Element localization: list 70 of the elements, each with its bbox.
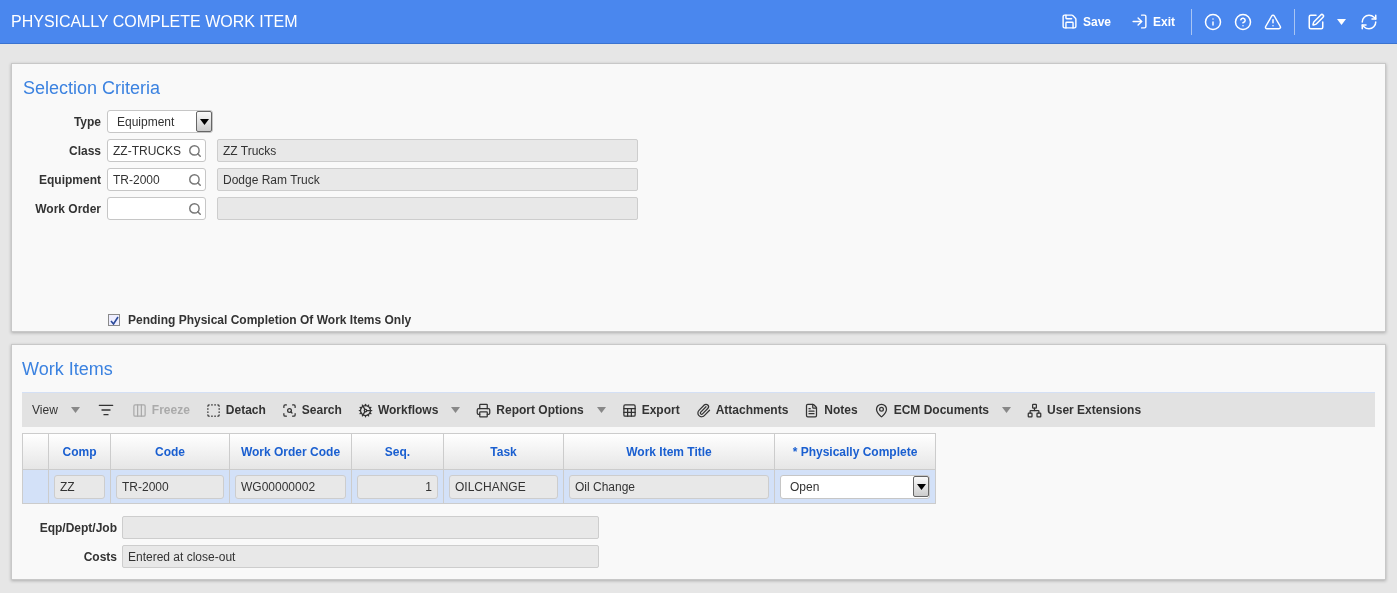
- search-icon: [281, 402, 297, 418]
- printer-icon: [476, 402, 492, 418]
- columns-icon: [131, 402, 147, 418]
- field-label: Work Order: [34, 200, 101, 218]
- filter-icon: [97, 402, 114, 418]
- spreadsheet-icon: [621, 402, 637, 418]
- readonly-field: Entered at close-out: [122, 545, 599, 568]
- field-label: Class: [67, 142, 101, 160]
- save-icon: [1060, 13, 1078, 30]
- lookup-field[interactable]: ZZ-TRUCKS: [107, 139, 206, 162]
- status-dropdown[interactable]: Open: [780, 474, 930, 499]
- toolbar-button[interactable]: Export: [613, 393, 688, 427]
- pin-icon: [873, 402, 889, 418]
- column-header[interactable]: Task: [444, 433, 564, 469]
- field-label: Costs: [82, 548, 117, 566]
- caret-icon: [1337, 18, 1346, 25]
- view-menu[interactable]: View: [24, 393, 88, 427]
- lookup-field[interactable]: [107, 197, 206, 220]
- column-header[interactable]: Work Order Code: [230, 433, 352, 469]
- description-field: Dodge Ram Truck: [217, 168, 638, 191]
- dashed-square-icon: [205, 402, 221, 418]
- table-cell: OILCHANGE: [449, 474, 558, 499]
- exit-icon: [1131, 13, 1148, 30]
- toolbar-button[interactable]: Report Options: [468, 393, 614, 427]
- column-header[interactable]: Code: [111, 433, 230, 469]
- table-cell: TR-2000: [116, 474, 224, 499]
- table-row[interactable]: ZZ TR-2000 WG00000002 1 OILCHANGE Oil Change Open: [23, 469, 936, 504]
- table-cell: Oil Change: [569, 474, 769, 499]
- toolbar-button[interactable]: Notes: [796, 393, 866, 427]
- section-title: Work Items: [22, 358, 114, 381]
- exit-button[interactable]: Exit: [1121, 6, 1185, 37]
- lookup-field[interactable]: TR-2000: [107, 168, 206, 191]
- column-header[interactable]: Seq.: [352, 433, 444, 469]
- document-icon: [804, 402, 820, 418]
- hierarchy-icon: [1027, 402, 1043, 418]
- caret-icon: [1002, 407, 1012, 413]
- caret-icon: [451, 407, 461, 413]
- save-button[interactable]: Save: [1050, 6, 1121, 37]
- caret-icon: [199, 118, 209, 125]
- column-header[interactable]: Work Item Title: [564, 433, 775, 469]
- table-cell: 1: [357, 474, 438, 499]
- type-dropdown[interactable]: Equipment: [107, 110, 213, 133]
- toolbar-button[interactable]: Detach: [197, 393, 274, 427]
- field-label: Type: [72, 113, 101, 131]
- toolbar-button[interactable]: User Extensions: [1019, 393, 1150, 427]
- checkbox-label: Pending Physical Completion Of Work Items Only: [128, 312, 412, 329]
- caret-icon: [70, 407, 80, 413]
- toolbar-button[interactable]: Search: [273, 393, 350, 427]
- field-label: Equipment: [38, 171, 101, 189]
- toolbar-button[interactable]: ECM Documents: [865, 393, 1020, 427]
- description-field: ZZ Trucks: [217, 139, 638, 162]
- column-header[interactable]: * Physically Complete: [775, 433, 936, 469]
- paperclip-icon: [695, 402, 711, 418]
- search-icon: [188, 201, 202, 216]
- checkbox[interactable]: [108, 314, 120, 326]
- table-cell: WG00000002: [235, 474, 346, 499]
- search-icon: [188, 172, 202, 187]
- section-title: Selection Criteria: [23, 77, 162, 100]
- caret-icon: [596, 407, 606, 413]
- search-icon: [188, 143, 202, 158]
- dropdown-button[interactable]: [196, 111, 212, 132]
- field-label: Eqp/Dept/Job: [38, 519, 117, 537]
- gears-icon: [357, 402, 373, 418]
- window-title: PHYSICALLY COMPLETE WORK ITEM: [11, 11, 298, 32]
- caret-icon: [916, 483, 926, 490]
- toolbar-button[interactable]: Workflows: [349, 393, 469, 427]
- dropdown-button[interactable]: [913, 476, 929, 497]
- toolbar-button[interactable]: Attachments: [687, 393, 797, 427]
- table-cell: ZZ: [54, 474, 105, 499]
- column-header[interactable]: Comp: [49, 433, 111, 469]
